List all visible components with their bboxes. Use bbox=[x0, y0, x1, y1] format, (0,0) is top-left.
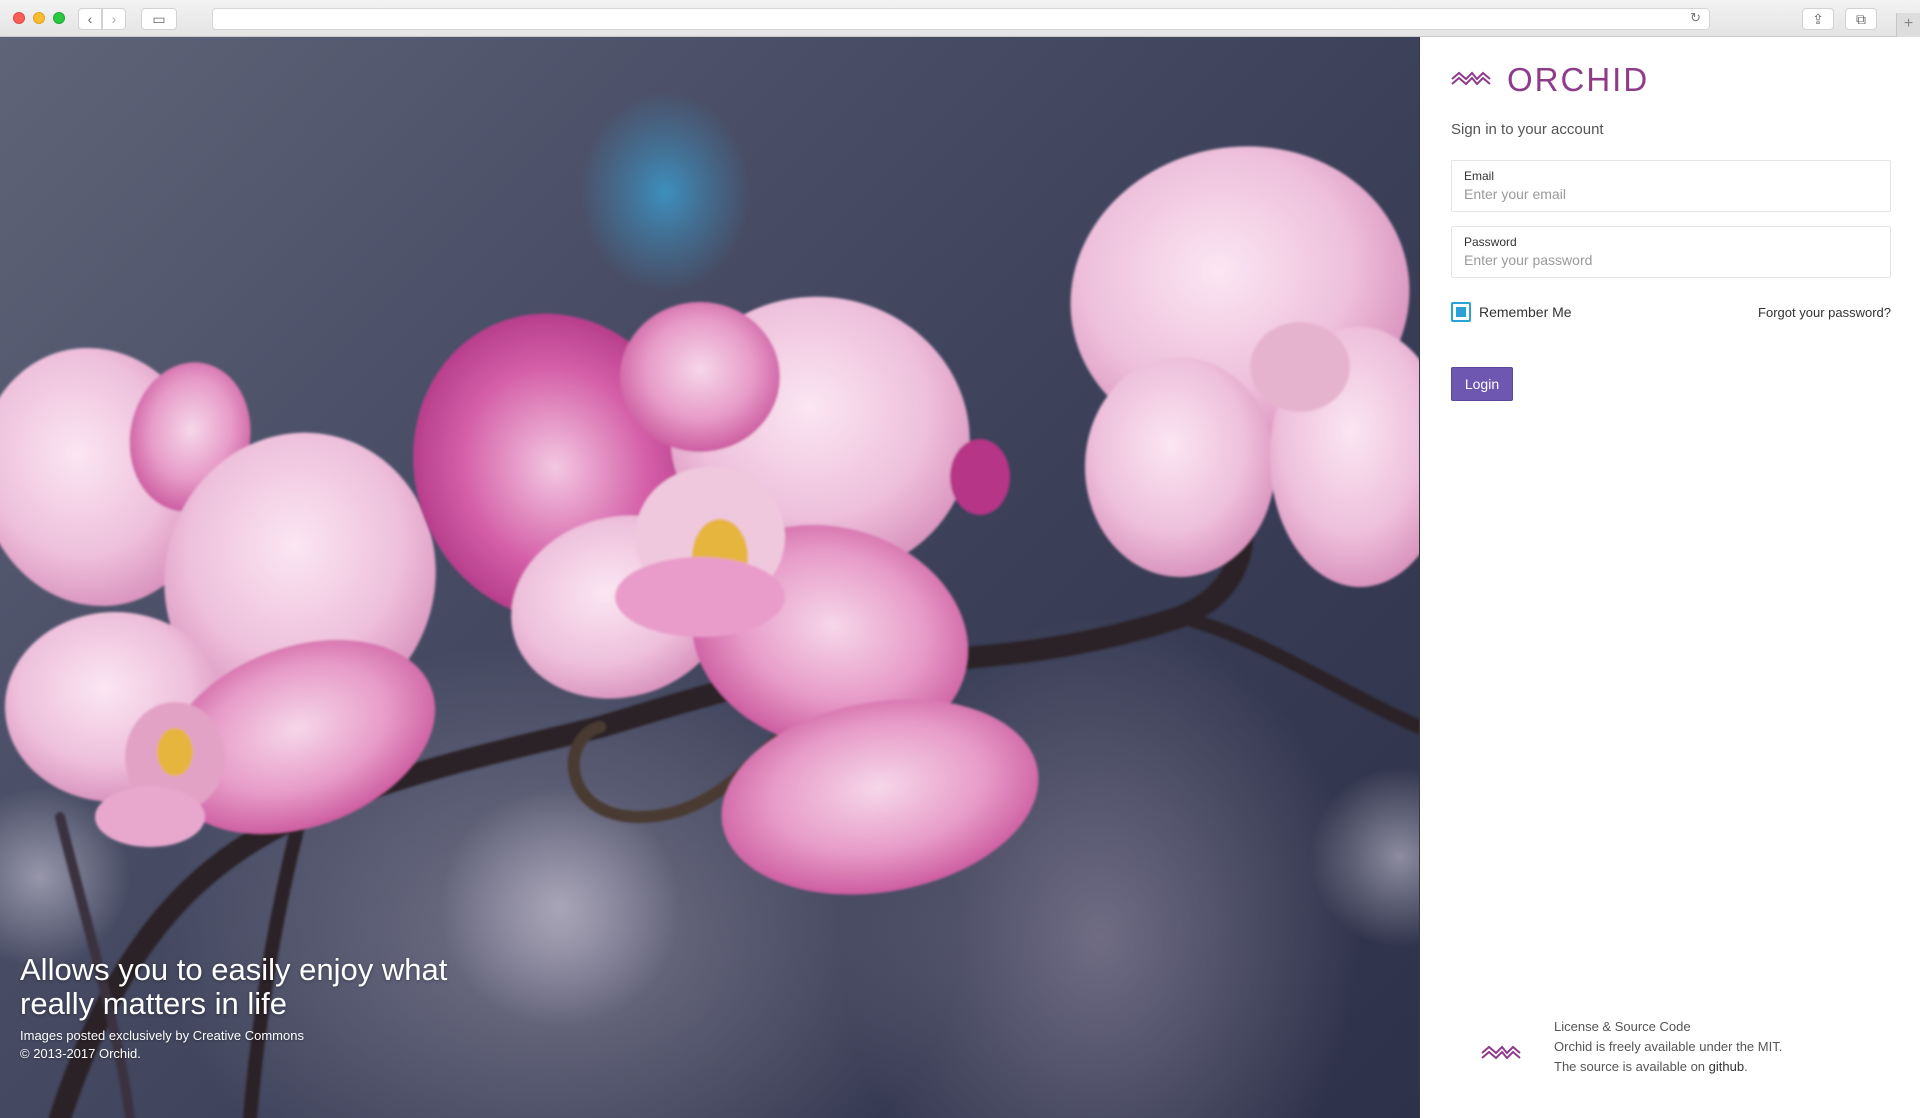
orchid-logo-icon bbox=[1451, 71, 1491, 86]
source-line: The source is available on github. bbox=[1554, 1057, 1782, 1077]
password-input[interactable] bbox=[1464, 252, 1878, 268]
minimize-window-button[interactable] bbox=[33, 12, 45, 24]
share-button[interactable]: ⇪ bbox=[1802, 8, 1834, 30]
license-description: Orchid is freely available under the MIT… bbox=[1554, 1039, 1783, 1054]
address-bar[interactable]: ↻ bbox=[212, 8, 1710, 30]
password-field[interactable]: Password bbox=[1451, 226, 1891, 278]
login-button[interactable]: Login bbox=[1451, 367, 1513, 401]
new-tab-button[interactable]: + bbox=[1896, 13, 1920, 37]
image-credit: Images posted exclusively by Creative Co… bbox=[20, 1028, 304, 1043]
remember-me-label: Remember Me bbox=[1479, 304, 1572, 320]
tabs-icon: ⧉ bbox=[1856, 11, 1866, 27]
copyright: © 2013-2017 Orchid. bbox=[20, 1046, 141, 1061]
sidebar-icon: ▭ bbox=[152, 11, 166, 27]
zoom-window-button[interactable] bbox=[53, 12, 65, 24]
license-footer: License & Source Code Orchid is freely a… bbox=[1451, 1017, 1891, 1087]
email-field[interactable]: Email bbox=[1451, 160, 1891, 212]
chevron-left-icon: ‹ bbox=[87, 11, 93, 27]
source-prefix: The source is available on bbox=[1554, 1059, 1709, 1074]
login-panel: ORCHID Sign in to your account Email Pas… bbox=[1419, 37, 1920, 1118]
source-suffix: . bbox=[1744, 1059, 1748, 1074]
signin-subtitle: Sign in to your account bbox=[1451, 121, 1604, 138]
email-label: Email bbox=[1464, 169, 1495, 183]
brand-name: ORCHID bbox=[1507, 61, 1650, 98]
plus-icon: + bbox=[1903, 15, 1914, 32]
hero-image: Allows you to easily enjoy what really m… bbox=[0, 37, 1419, 1118]
brand[interactable]: ORCHID bbox=[1451, 61, 1649, 99]
back-button[interactable]: ‹ bbox=[78, 8, 102, 30]
license-text-block: License & Source Code Orchid is freely a… bbox=[1554, 1017, 1782, 1077]
sidebar-toggle-button[interactable]: ▭ bbox=[141, 8, 177, 30]
forward-button[interactable]: › bbox=[102, 8, 126, 30]
password-label: Password bbox=[1464, 235, 1517, 249]
chevron-right-icon: › bbox=[111, 11, 117, 27]
browser-toolbar: ‹ › ▭ ↻ ⇪ ⧉ + bbox=[0, 0, 1920, 37]
share-icon: ⇪ bbox=[1812, 11, 1824, 27]
hero-heading: Allows you to easily enjoy what really m… bbox=[20, 952, 448, 1021]
github-link[interactable]: github bbox=[1709, 1059, 1744, 1074]
reload-icon[interactable]: ↻ bbox=[1690, 10, 1701, 26]
license-title: License & Source Code bbox=[1554, 1019, 1691, 1034]
show-tabs-button[interactable]: ⧉ bbox=[1845, 8, 1877, 30]
remember-me[interactable]: Remember Me bbox=[1451, 302, 1572, 322]
hero-caption: Allows you to easily enjoy what really m… bbox=[20, 953, 490, 1063]
remember-me-checkbox[interactable] bbox=[1451, 302, 1471, 322]
forgot-password-link[interactable]: Forgot your password? bbox=[1758, 305, 1891, 320]
close-window-button[interactable] bbox=[13, 12, 25, 24]
email-input[interactable] bbox=[1464, 186, 1878, 202]
orchid-logo-icon bbox=[1481, 1045, 1521, 1060]
